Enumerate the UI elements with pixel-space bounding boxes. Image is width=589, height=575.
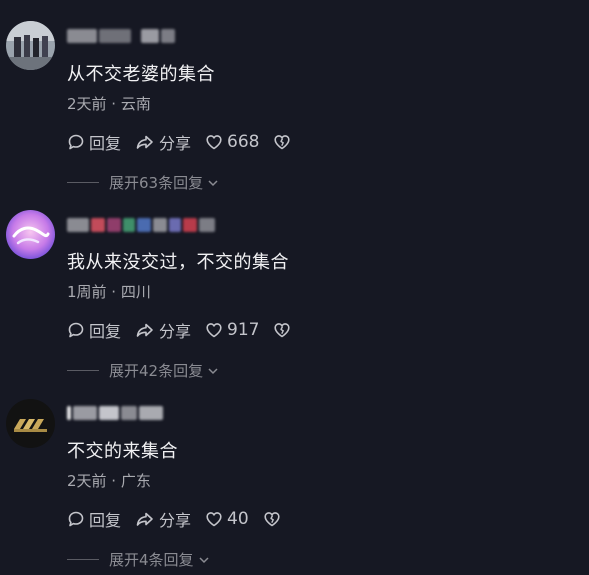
avatar[interactable]: [6, 21, 55, 70]
share-arrow-icon: [136, 135, 153, 149]
dislike-button[interactable]: [273, 321, 295, 339]
share-button[interactable]: 分享: [135, 507, 191, 531]
like-count: 917: [227, 320, 260, 340]
reply-label: 回复: [89, 511, 122, 530]
expand-replies-button[interactable]: 展开63条回复: [67, 172, 220, 193]
heart-icon: [206, 135, 222, 150]
comment-text: 从不交老婆的集合: [67, 64, 215, 85]
share-label: 分享: [159, 322, 192, 341]
share-arrow-icon: [136, 323, 153, 337]
comment-meta: 2天前 · 云南: [67, 95, 151, 113]
comment-text: 不交的来集合: [67, 441, 178, 462]
avatar-image: [6, 21, 55, 70]
heart-icon: [206, 512, 222, 527]
expand-replies-label: 展开42条回复: [109, 362, 204, 380]
divider-line: [67, 559, 99, 560]
avatar-image: [6, 210, 55, 259]
like-button[interactable]: 40: [205, 509, 249, 529]
comment-text: 我从来没交过，不交的集合: [67, 252, 289, 273]
divider-line: [67, 182, 99, 183]
broken-heart-icon: [274, 135, 291, 150]
reply-label: 回复: [89, 322, 122, 341]
broken-heart-icon: [264, 512, 280, 527]
expand-replies-label: 展开4条回复: [109, 551, 194, 569]
avatar-image: [6, 399, 55, 448]
comment-actions: 回复 分享 917: [67, 318, 309, 342]
chevron-down-icon: [208, 179, 218, 186]
chevron-down-icon: [208, 367, 218, 374]
username-blurred[interactable]: [67, 404, 163, 421]
share-label: 分享: [159, 134, 192, 153]
speech-bubble-icon: [68, 511, 84, 527]
comment-actions: 回复 分享 668: [67, 130, 309, 154]
expand-replies-button[interactable]: 展开42条回复: [67, 360, 220, 381]
reply-button[interactable]: 回复: [67, 507, 121, 531]
broken-heart-icon: [274, 323, 291, 338]
comment-actions: 回复 分享 40: [67, 507, 299, 531]
share-label: 分享: [159, 511, 192, 530]
divider-line: [67, 370, 99, 371]
comment-meta: 2天前 · 广东: [67, 472, 151, 490]
dislike-button[interactable]: [263, 510, 285, 528]
chevron-down-icon: [199, 556, 209, 563]
username-blurred[interactable]: [67, 27, 175, 44]
reply-label: 回复: [89, 134, 122, 153]
like-button[interactable]: 668: [205, 132, 259, 152]
share-button[interactable]: 分享: [135, 130, 191, 154]
avatar[interactable]: [6, 210, 55, 259]
reply-button[interactable]: 回复: [67, 130, 121, 154]
speech-bubble-icon: [68, 322, 84, 338]
like-count: 40: [227, 509, 249, 529]
expand-replies-button[interactable]: 展开4条回复: [67, 549, 211, 570]
heart-icon: [206, 323, 222, 338]
reply-button[interactable]: 回复: [67, 318, 121, 342]
speech-bubble-icon: [68, 134, 84, 150]
dislike-button[interactable]: [273, 133, 295, 151]
share-button[interactable]: 分享: [135, 318, 191, 342]
share-arrow-icon: [136, 512, 153, 526]
like-count: 668: [227, 132, 260, 152]
expand-replies-label: 展开63条回复: [109, 174, 204, 192]
username-blurred[interactable]: [67, 216, 215, 233]
comment-meta: 1周前 · 四川: [67, 283, 151, 301]
avatar[interactable]: [6, 399, 55, 448]
like-button[interactable]: 917: [205, 320, 259, 340]
